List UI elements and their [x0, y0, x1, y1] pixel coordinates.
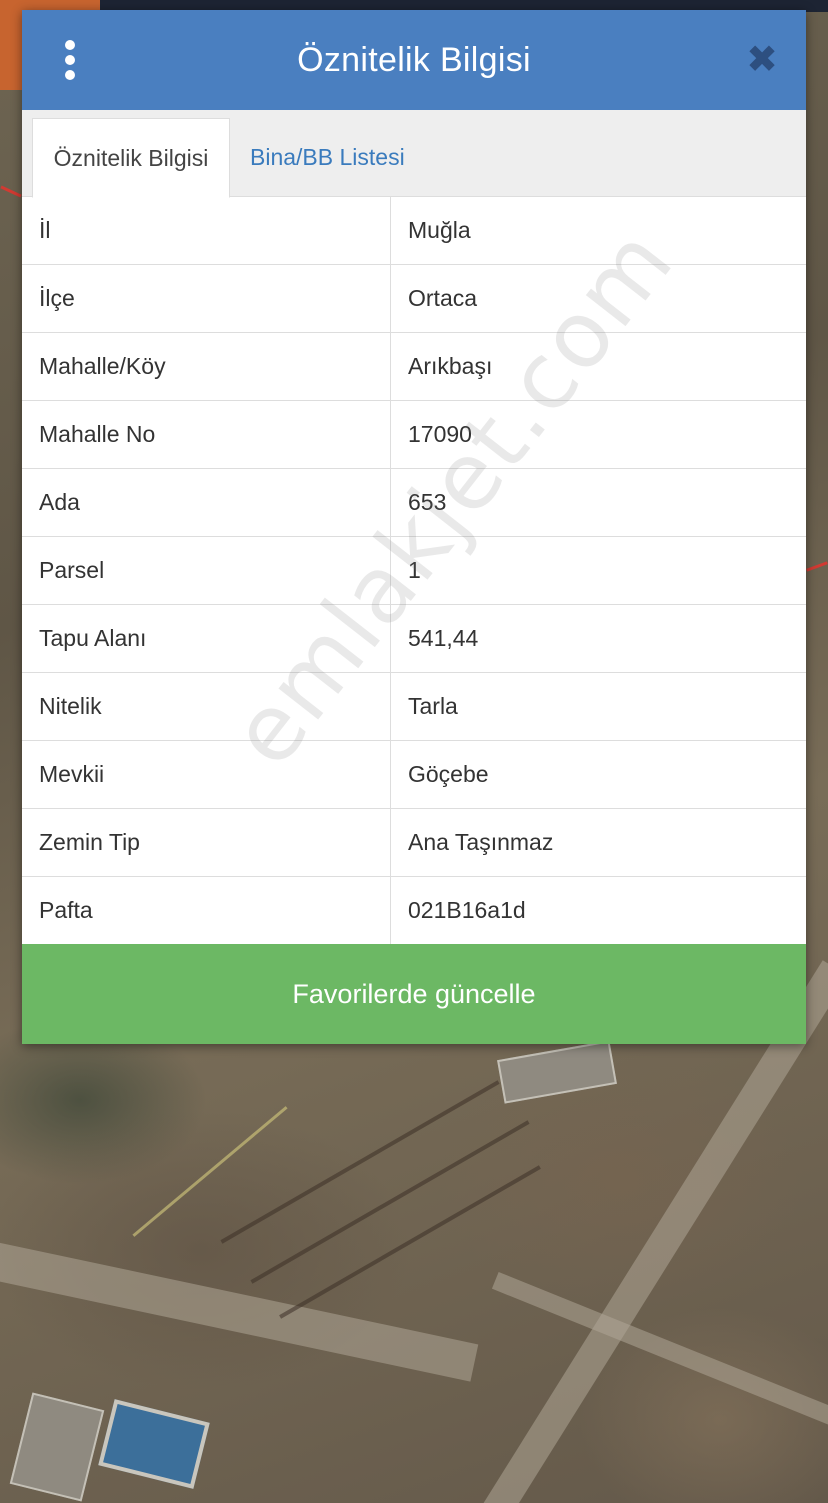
- map-building: [497, 1040, 617, 1104]
- attribute-key: Tapu Alanı: [22, 604, 391, 673]
- attribute-key: Mahalle/Köy: [22, 332, 391, 401]
- attribute-key: Pafta: [22, 876, 391, 945]
- table-row: Parsel 1: [22, 536, 806, 605]
- table-row: Mahalle No 17090: [22, 400, 806, 469]
- map-boundary-line: [806, 561, 828, 572]
- attribute-value: 021B16a1d: [390, 876, 806, 945]
- attribute-table: İl Muğla İlçe Ortaca Mahalle/Köy Arıkbaş…: [22, 197, 806, 945]
- attribute-key: Parsel: [22, 536, 391, 605]
- map-building: [9, 1392, 105, 1502]
- attribute-value: Arıkbaşı: [390, 332, 806, 401]
- table-row: Pafta 021B16a1d: [22, 876, 806, 945]
- dialog-header: Öznitelik Bilgisi ✖: [22, 10, 806, 110]
- menu-dot: [65, 40, 75, 50]
- attribute-value: Göçebe: [390, 740, 806, 809]
- attribute-key: İl: [22, 197, 391, 265]
- table-row: Nitelik Tarla: [22, 672, 806, 741]
- menu-dot: [65, 55, 75, 65]
- attribute-value: Ortaca: [390, 264, 806, 333]
- map-pool: [98, 1399, 210, 1489]
- tab-building-list[interactable]: Bina/BB Listesi: [250, 118, 405, 196]
- attribute-value: Tarla: [390, 672, 806, 741]
- table-row: İlçe Ortaca: [22, 264, 806, 333]
- attribute-value: 1: [390, 536, 806, 605]
- attribute-key: Ada: [22, 468, 391, 537]
- table-row: Zemin Tip Ana Taşınmaz: [22, 808, 806, 877]
- attribute-value: Muğla: [390, 197, 806, 265]
- table-row: Mahalle/Köy Arıkbaşı: [22, 332, 806, 401]
- attribute-key: Zemin Tip: [22, 808, 391, 877]
- more-options-icon[interactable]: [56, 40, 84, 80]
- table-row: İl Muğla: [22, 197, 806, 265]
- attribute-key: İlçe: [22, 264, 391, 333]
- map-boundary-line: [0, 185, 22, 198]
- attribute-dialog: Öznitelik Bilgisi ✖ Öznitelik Bilgisi Bi…: [22, 10, 806, 1044]
- attribute-value: 541,44: [390, 604, 806, 673]
- map-road: [0, 1236, 479, 1382]
- attribute-value: Ana Taşınmaz: [390, 808, 806, 877]
- tab-attribute-info[interactable]: Öznitelik Bilgisi: [32, 118, 230, 198]
- close-icon[interactable]: ✖: [744, 40, 780, 80]
- table-row: Mevkii Göçebe: [22, 740, 806, 809]
- attribute-value: 653: [390, 468, 806, 537]
- update-favorites-button[interactable]: Favorilerde güncelle: [22, 944, 806, 1044]
- attribute-key: Mevkii: [22, 740, 391, 809]
- table-row: Ada 653: [22, 468, 806, 537]
- menu-dot: [65, 70, 75, 80]
- attribute-key: Mahalle No: [22, 400, 391, 469]
- dialog-title: Öznitelik Bilgisi: [297, 40, 531, 79]
- attribute-key: Nitelik: [22, 672, 391, 741]
- table-row: Tapu Alanı 541,44: [22, 604, 806, 673]
- tab-bar: Öznitelik Bilgisi Bina/BB Listesi: [22, 110, 806, 198]
- attribute-value: 17090: [390, 400, 806, 469]
